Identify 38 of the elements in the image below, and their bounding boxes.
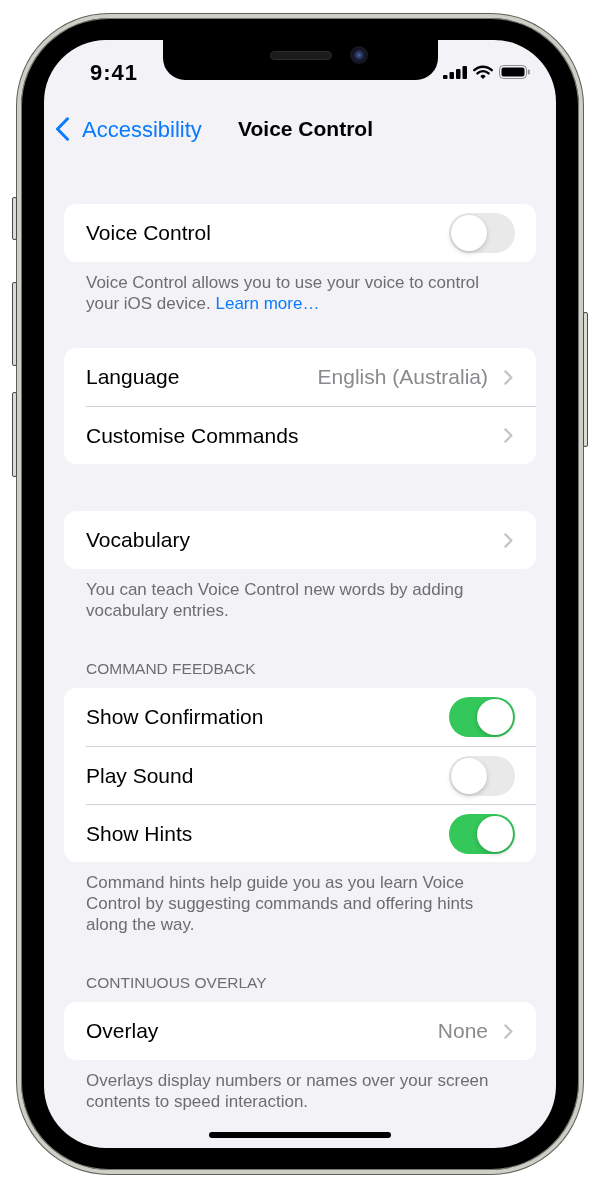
toggle-switch[interactable]	[449, 697, 515, 737]
setting-value: None	[437, 1018, 488, 1045]
camera-lens-icon	[350, 46, 368, 64]
footer-text: Voice Control allows you to use your voice to control your iOS device. Learn more…	[85, 272, 481, 314]
footer-text: Command hints help guide you as you learn Voice Control by suggesting commands and offering hints along the way.	[85, 872, 475, 935]
signal-icon	[443, 65, 467, 79]
setting-label: Show Confirmation	[86, 704, 265, 731]
setting-label: Vocabulary	[86, 527, 191, 554]
footer-text: You can teach Voice Control new words by adding vocabulary entries.	[85, 579, 465, 621]
setting-value: English (Australia)	[317, 364, 488, 391]
battery-icon	[499, 65, 530, 79]
toggle-switch[interactable]	[449, 755, 515, 796]
section-header: COMMAND FEEDBACK	[85, 659, 257, 679]
side-button[interactable]	[12, 282, 17, 366]
setting-label: Voice Control	[86, 220, 212, 247]
chevron-right-icon[interactable]	[504, 532, 513, 548]
back-button[interactable]: Accessibility	[55, 112, 202, 146]
wifi-icon	[473, 65, 493, 79]
screen-title: Voice Control	[238, 116, 373, 143]
side-button[interactable]	[583, 312, 588, 447]
side-button[interactable]	[12, 392, 17, 477]
speaker-grille-icon	[270, 51, 332, 60]
setting-label: Show Hints	[86, 820, 194, 847]
learn-more-link[interactable]: Learn more…	[215, 294, 320, 313]
setting-label: Play Sound	[86, 762, 195, 789]
chevron-right-icon[interactable]	[504, 428, 513, 443]
setting-label: Language	[86, 364, 181, 391]
section-header: CONTINUOUS OVERLAY	[85, 973, 268, 993]
status-time: 9:41	[90, 58, 139, 87]
setting-label: Customise Commands	[86, 422, 300, 449]
chevron-right-icon[interactable]	[504, 369, 513, 385]
setting-label: Overlay	[86, 1018, 160, 1045]
chevron-left-icon	[55, 117, 70, 141]
side-button[interactable]	[12, 197, 17, 240]
toggle-switch[interactable]	[449, 813, 515, 854]
toggle-switch[interactable]	[449, 213, 515, 253]
chevron-right-icon[interactable]	[504, 1023, 513, 1039]
footer-text: Overlays display numbers or names over your screen contents to speed interaction.	[85, 1070, 490, 1112]
